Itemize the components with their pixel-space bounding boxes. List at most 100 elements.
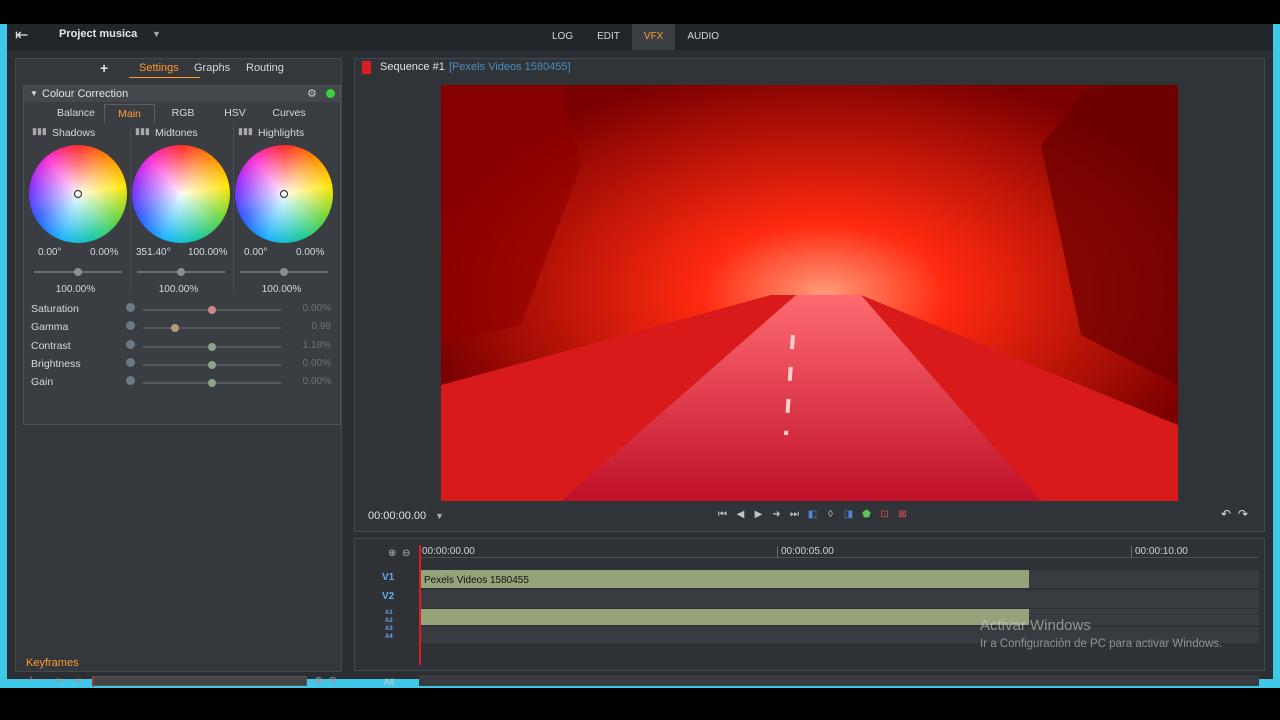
clear-marks-icon[interactable]: ◊ — [823, 507, 838, 523]
midtones-colour-wheel[interactable] — [132, 145, 230, 243]
highlights-level-slider[interactable] — [240, 268, 328, 276]
colour-correction-header[interactable]: ▼ Colour Correction ⚙ — [24, 86, 340, 102]
param-value[interactable]: 0.00% — [303, 303, 331, 314]
track-label-a4[interactable]: A4 — [385, 633, 393, 641]
go-to-start-icon[interactable]: ⏮ — [715, 507, 730, 523]
param-value[interactable]: 0.00% — [303, 376, 331, 387]
zoom-out-icon[interactable]: ⊖ — [402, 548, 410, 559]
zoom-in-icon[interactable]: ⊕ — [314, 674, 323, 687]
step-back-icon[interactable]: ◀ — [733, 507, 748, 523]
shadows-amount[interactable]: 0.00% — [90, 247, 118, 258]
track-label-a1[interactable]: A1 — [385, 609, 393, 617]
slider-knob[interactable] — [208, 379, 216, 387]
mark-out-icon[interactable]: ◨ — [841, 507, 856, 523]
effect-enable-toggle[interactable] — [326, 89, 335, 98]
wheel-handle[interactable] — [280, 190, 288, 198]
project-dropdown-icon[interactable]: ▼ — [152, 29, 161, 39]
subtab-curves[interactable]: Curves — [262, 104, 316, 123]
video-preview[interactable] — [441, 85, 1178, 501]
gear-icon[interactable]: ⚙ — [307, 87, 317, 100]
tab-vfx[interactable]: VFX — [631, 24, 676, 50]
shadows-level[interactable]: 100.00% — [24, 284, 127, 295]
track-label-v2[interactable]: V2 — [382, 591, 394, 602]
slider-knob[interactable] — [208, 343, 216, 351]
param-slider[interactable] — [143, 324, 281, 332]
reset-icon[interactable] — [126, 376, 135, 385]
collapse-icon[interactable]: ▼ — [30, 89, 38, 98]
midtones-angle[interactable]: 351.40° — [136, 247, 171, 258]
timecode-dropdown-icon[interactable]: ▼ — [435, 511, 444, 521]
next-keyframe-icon[interactable]: ⇥ — [72, 674, 81, 687]
insert-icon[interactable]: ⊡ — [877, 507, 892, 523]
play-icon[interactable]: ▶ — [751, 507, 766, 523]
subtab-balance[interactable]: Balance — [50, 104, 102, 123]
param-slider[interactable] — [143, 379, 281, 387]
add-keyframe-icon[interactable]: + — [28, 674, 34, 686]
subtab-main[interactable]: Main — [104, 104, 155, 123]
video-clip[interactable]: Pexels Videos 1580455 — [421, 570, 1029, 588]
mark-in-icon[interactable]: ◧ — [805, 507, 820, 523]
reset-icon[interactable] — [126, 340, 135, 349]
param-value[interactable]: 0.99 — [312, 321, 331, 332]
shadows-angle[interactable]: 0.00° — [38, 247, 61, 258]
playhead[interactable] — [419, 545, 421, 665]
undo-icon[interactable]: ↶ — [1221, 507, 1231, 521]
remove-keyframe-icon[interactable]: − — [42, 674, 48, 686]
step-forward-icon[interactable]: ➜ — [769, 507, 784, 523]
shadows-level-slider[interactable] — [34, 268, 122, 276]
tab-settings[interactable]: Settings — [139, 62, 179, 74]
midtones-level[interactable]: 100.00% — [127, 284, 230, 295]
all-tracks-label[interactable]: All — [384, 677, 394, 687]
tab-graphs[interactable]: Graphs — [194, 62, 230, 74]
shadows-colour-wheel[interactable] — [29, 145, 127, 243]
marker-icon[interactable]: ⬟ — [859, 507, 874, 523]
highlights-angle[interactable]: 0.00° — [244, 247, 267, 258]
tab-edit[interactable]: EDIT — [585, 24, 632, 50]
reset-icon[interactable] — [126, 358, 135, 367]
track-v2[interactable] — [419, 590, 1259, 608]
slider-knob[interactable] — [177, 268, 185, 276]
reset-icon[interactable] — [126, 303, 135, 312]
tab-audio[interactable]: AUDIO — [675, 24, 731, 50]
highlights-amount[interactable]: 0.00% — [296, 247, 324, 258]
subtab-hsv[interactable]: HSV — [210, 104, 260, 123]
histogram-icon[interactable]: ▮▮▮ — [32, 126, 47, 137]
all-tracks-bar[interactable] — [419, 675, 1259, 686]
exit-icon[interactable]: ⇤ — [15, 27, 35, 45]
timecode-display[interactable]: 00:00:00.00 — [368, 510, 426, 522]
keyframe-track[interactable] — [92, 676, 307, 687]
highlights-level[interactable]: 100.00% — [230, 284, 333, 295]
project-title[interactable]: Project musica — [59, 28, 137, 40]
overwrite-icon[interactable]: ⊠ — [895, 507, 910, 523]
slider-knob[interactable] — [280, 268, 288, 276]
timeline-ruler[interactable]: 00:00:00.00 00:00:05.00 00:00:10.00 — [419, 544, 1259, 558]
zoom-in-icon[interactable]: ⊕ — [388, 548, 396, 559]
redo-icon[interactable]: ↷ — [1238, 507, 1248, 521]
track-label-a3[interactable]: A3 — [385, 625, 393, 633]
highlights-colour-wheel[interactable] — [235, 145, 333, 243]
param-slider[interactable] — [143, 306, 281, 314]
histogram-icon[interactable]: ▮▮▮ — [238, 126, 253, 137]
slider-knob[interactable] — [208, 361, 216, 369]
wheel-handle[interactable] — [74, 190, 82, 198]
param-slider[interactable] — [143, 343, 281, 351]
param-value[interactable]: 1.18% — [303, 340, 331, 351]
track-label-v1[interactable]: V1 — [382, 572, 394, 583]
subtab-rgb[interactable]: RGB — [158, 104, 208, 123]
histogram-icon[interactable]: ▮▮▮ — [135, 126, 150, 137]
prev-keyframe-icon[interactable]: ⇤ — [56, 674, 65, 687]
reset-icon[interactable] — [126, 321, 135, 330]
param-slider[interactable] — [143, 361, 281, 369]
audio-clip[interactable] — [421, 609, 1029, 625]
param-value[interactable]: 0.00% — [303, 358, 331, 369]
slider-knob[interactable] — [208, 306, 216, 314]
slider-knob[interactable] — [170, 324, 179, 332]
tab-log[interactable]: LOG — [540, 24, 585, 50]
slider-knob[interactable] — [74, 268, 82, 276]
go-to-end-icon[interactable]: ⏭ — [787, 507, 802, 523]
track-label-a2[interactable]: A2 — [385, 617, 393, 625]
tab-routing[interactable]: Routing — [246, 62, 284, 74]
midtones-level-slider[interactable] — [137, 268, 225, 276]
add-effect-button[interactable]: + — [100, 60, 108, 76]
midtones-amount[interactable]: 100.00% — [188, 247, 227, 258]
